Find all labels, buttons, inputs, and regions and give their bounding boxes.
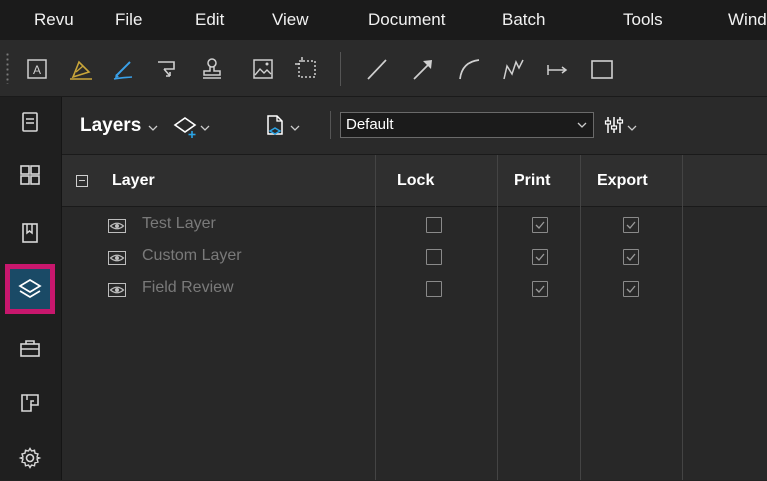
layer-name: Custom Layer: [142, 247, 242, 264]
layer-name: Test Layer: [142, 215, 216, 232]
snapshot-icon[interactable]: [290, 52, 324, 86]
eye-visibility-icon[interactable]: [108, 219, 126, 233]
toolbar-separator: [340, 52, 341, 86]
line-icon[interactable]: [360, 52, 394, 86]
header-separator: [330, 111, 331, 139]
lock-checkbox[interactable]: [426, 249, 442, 265]
menu-file[interactable]: File: [115, 0, 142, 40]
rectangle-icon[interactable]: [584, 52, 618, 86]
arrow-icon[interactable]: [406, 52, 440, 86]
table-header: Layer Lock Print Export: [62, 155, 767, 207]
menu-edit[interactable]: Edit: [195, 0, 224, 40]
column-header-export[interactable]: Export: [597, 155, 648, 207]
column-divider: [375, 155, 376, 480]
title-chevron-down-icon[interactable]: [148, 124, 158, 132]
layer-options-chevron-icon[interactable]: [627, 124, 637, 132]
highlighter-icon[interactable]: [64, 52, 98, 86]
layers-icon[interactable]: [5, 264, 55, 314]
column-divider: [497, 155, 498, 480]
dimension-icon[interactable]: [540, 52, 574, 86]
menu-view[interactable]: View: [272, 0, 309, 40]
column-divider: [682, 155, 683, 480]
thumbnails-icon[interactable]: [7, 99, 53, 145]
menu-document[interactable]: Document: [368, 0, 445, 40]
grid-icon[interactable]: [7, 152, 53, 198]
print-checkbox[interactable]: [532, 249, 548, 265]
print-checkbox[interactable]: [532, 281, 548, 297]
left-sidebar: [0, 97, 62, 480]
table-row[interactable]: Custom Layer: [62, 244, 767, 276]
menu-window[interactable]: Wind: [728, 0, 767, 40]
page-layer-icon[interactable]: [262, 112, 288, 138]
menu-batch[interactable]: Batch: [502, 0, 545, 40]
column-header-layer[interactable]: Layer: [112, 155, 155, 207]
eye-visibility-icon[interactable]: [108, 283, 126, 297]
export-checkbox[interactable]: [623, 217, 639, 233]
stamp-icon[interactable]: [196, 52, 230, 86]
lock-checkbox[interactable]: [426, 281, 442, 297]
markup-toolbar: A: [0, 40, 767, 112]
polyline-icon[interactable]: [496, 52, 530, 86]
layer-preset-dropdown[interactable]: Default: [340, 112, 594, 138]
preset-chevron-down-icon: [577, 121, 587, 129]
print-checkbox[interactable]: [532, 217, 548, 233]
callout-icon[interactable]: [150, 52, 184, 86]
layer-name: Field Review: [142, 279, 234, 296]
table-row[interactable]: Field Review: [62, 276, 767, 308]
eye-visibility-icon[interactable]: [108, 251, 126, 265]
layer-preset-value: Default: [346, 116, 394, 133]
panel-title[interactable]: Layers: [80, 115, 141, 137]
layers-panel-header: Layers Default: [62, 97, 767, 155]
column-header-print[interactable]: Print: [514, 155, 550, 207]
lock-checkbox[interactable]: [426, 217, 442, 233]
table-row[interactable]: Test Layer: [62, 212, 767, 244]
column-header-lock[interactable]: Lock: [397, 155, 434, 207]
layers-table: Layer Lock Print Export Test Layer Custo…: [62, 155, 767, 480]
menu-revu[interactable]: Revu: [34, 0, 74, 40]
settings-icon[interactable]: [7, 435, 53, 481]
svg-text:A: A: [33, 63, 41, 77]
export-checkbox[interactable]: [623, 281, 639, 297]
page-layer-chevron-icon[interactable]: [290, 124, 300, 132]
toolbar-grip[interactable]: [6, 52, 9, 84]
export-checkbox[interactable]: [623, 249, 639, 265]
spaces-icon[interactable]: [7, 380, 53, 426]
pen-icon[interactable]: [106, 52, 140, 86]
text-box-icon[interactable]: A: [20, 52, 54, 86]
bookmarks-icon[interactable]: [7, 210, 53, 256]
collapse-all-icon[interactable]: [76, 175, 88, 187]
menu-tools[interactable]: Tools: [623, 0, 663, 40]
add-layer-icon[interactable]: [172, 113, 198, 139]
column-divider: [580, 155, 581, 480]
add-layer-chevron-icon[interactable]: [200, 124, 210, 132]
arc-icon[interactable]: [452, 52, 486, 86]
image-icon[interactable]: [246, 52, 280, 86]
toolchest-icon[interactable]: [7, 325, 53, 371]
menu-bar: Revu File Edit View Document Batch Tools…: [0, 0, 767, 40]
layer-options-icon[interactable]: [602, 113, 626, 137]
